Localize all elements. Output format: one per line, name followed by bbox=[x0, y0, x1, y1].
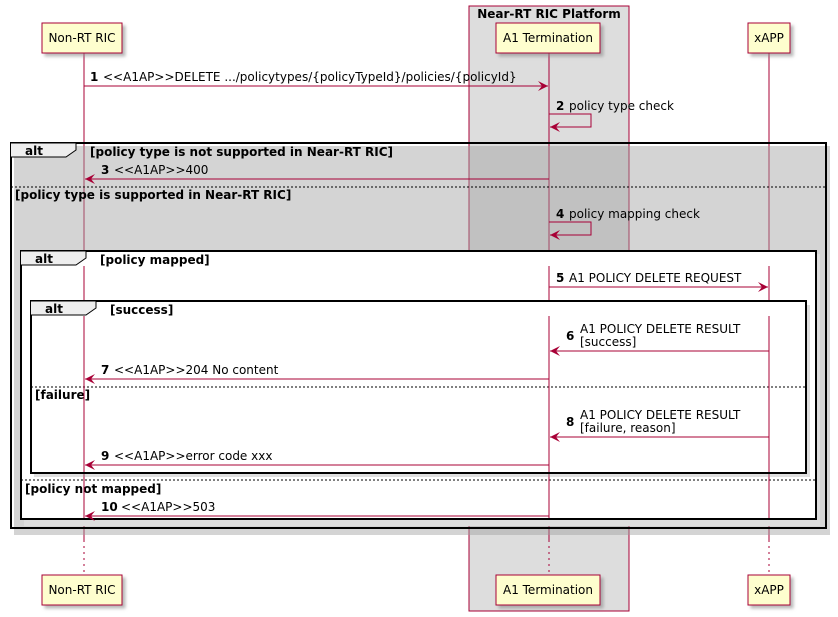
svg-text:Non-RT RIC: Non-RT RIC bbox=[48, 583, 115, 597]
svg-text:2: 2 bbox=[556, 99, 564, 113]
svg-text:A1 POLICY DELETE REQUEST: A1 POLICY DELETE REQUEST bbox=[569, 271, 742, 285]
svg-text:6: 6 bbox=[566, 329, 574, 343]
alt-else-condition: [policy not mapped] bbox=[25, 482, 161, 496]
svg-text:5: 5 bbox=[556, 271, 564, 285]
participant-non-rt-ric-top: Non-RT RIC bbox=[41, 22, 123, 54]
near-rt-ric-platform-title: Near-RT RIC Platform bbox=[477, 7, 621, 21]
svg-text:1: 1 bbox=[90, 70, 98, 84]
svg-text:<<A1AP>>error code xxx: <<A1AP>>error code xxx bbox=[114, 449, 272, 463]
svg-text:7: 7 bbox=[101, 363, 109, 377]
svg-text:8: 8 bbox=[566, 415, 574, 429]
alt-else-condition: [policy type is supported in Near-RT RIC… bbox=[15, 188, 291, 202]
participant-non-rt-ric-bottom: Non-RT RIC bbox=[41, 574, 123, 606]
svg-text:xAPP: xAPP bbox=[754, 583, 784, 597]
svg-text:policy type check: policy type check bbox=[569, 99, 674, 113]
participant-xapp-bottom: xAPP bbox=[747, 574, 791, 606]
svg-text:A1 POLICY DELETE RESULT: A1 POLICY DELETE RESULT bbox=[580, 322, 741, 336]
alt-keyword: alt bbox=[45, 302, 63, 316]
alt-keyword: alt bbox=[35, 252, 53, 266]
svg-text:A1 Termination: A1 Termination bbox=[503, 31, 593, 45]
message-5: 5 A1 POLICY DELETE REQUEST bbox=[549, 271, 768, 292]
svg-text:<<A1AP>>503: <<A1AP>>503 bbox=[121, 500, 215, 514]
alt-condition: [policy mapped] bbox=[100, 253, 210, 267]
sequence-diagram: Near-RT RIC Platform Non-RT RIC A1 Termi… bbox=[10, 5, 830, 612]
svg-text:9: 9 bbox=[101, 449, 109, 463]
svg-text:A1 Termination: A1 Termination bbox=[503, 583, 593, 597]
svg-text:<<A1AP>>400: <<A1AP>>400 bbox=[114, 163, 208, 177]
participant-xapp-top: xAPP bbox=[747, 22, 791, 54]
participant-a1-termination-bottom: A1 Termination bbox=[495, 574, 601, 606]
alt-keyword: alt bbox=[25, 144, 43, 158]
svg-text:<<A1AP>>204 No content: <<A1AP>>204 No content bbox=[114, 363, 279, 377]
participant-a1-termination-top: A1 Termination bbox=[495, 22, 601, 54]
alt-condition: [success] bbox=[110, 303, 173, 317]
svg-text:10: 10 bbox=[101, 500, 118, 514]
alt-else-condition: [failure] bbox=[35, 388, 90, 402]
svg-text:Non-RT RIC: Non-RT RIC bbox=[48, 31, 115, 45]
svg-text:policy mapping check: policy mapping check bbox=[569, 207, 700, 221]
svg-text:xAPP: xAPP bbox=[754, 31, 784, 45]
svg-text:3: 3 bbox=[101, 163, 109, 177]
svg-text:[success]: [success] bbox=[580, 335, 636, 349]
svg-text:[failure, reason]: [failure, reason] bbox=[580, 421, 676, 435]
svg-text:A1 POLICY DELETE RESULT: A1 POLICY DELETE RESULT bbox=[580, 408, 741, 422]
message-1: 1 <<A1AP>>DELETE .../policytypes/{policy… bbox=[84, 70, 548, 91]
svg-text:<<A1AP>>DELETE .../policytypes: <<A1AP>>DELETE .../policytypes/{policyTy… bbox=[103, 70, 517, 84]
svg-text:4: 4 bbox=[556, 207, 564, 221]
alt-condition: [policy type is not supported in Near-RT… bbox=[90, 145, 393, 159]
